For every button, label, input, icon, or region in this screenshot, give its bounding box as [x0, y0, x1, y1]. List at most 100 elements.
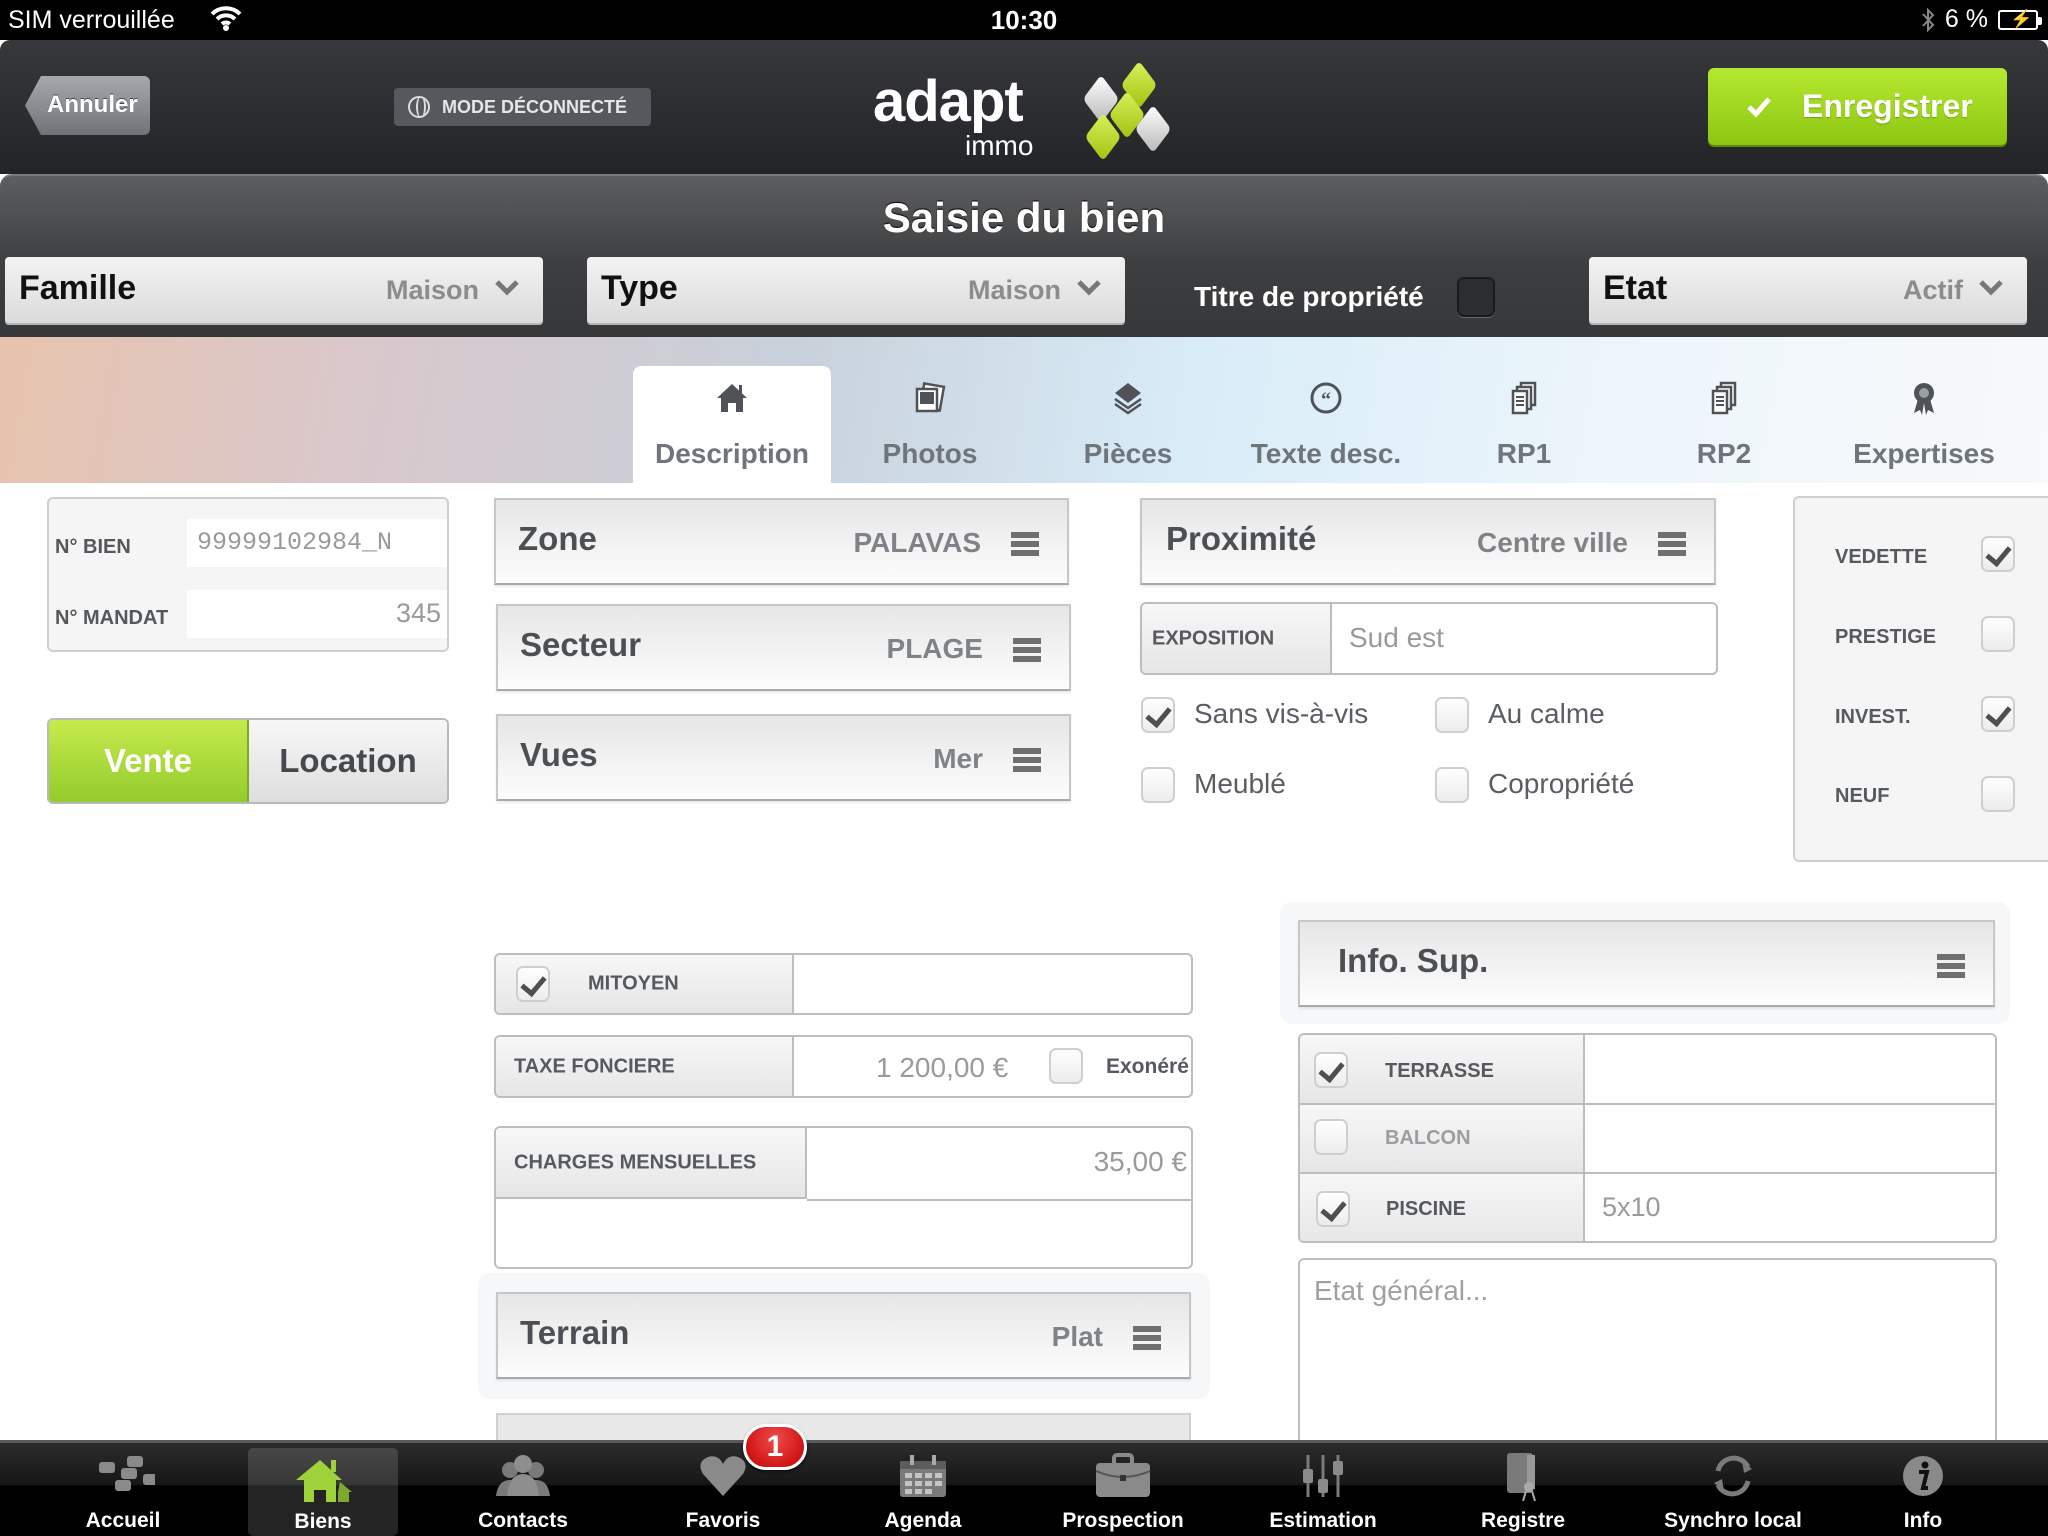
- mandat-number-field[interactable]: 345: [187, 590, 447, 638]
- prestige-label: PRESTIGE: [1835, 626, 1937, 648]
- exposition-label: EXPOSITION: [1152, 627, 1275, 649]
- battery-percent: 6 %: [1944, 5, 1988, 33]
- prestige-checkbox[interactable]: [1981, 616, 2015, 652]
- sans-vis-a-vis-label: Sans vis-à-vis: [1194, 698, 1369, 729]
- famille-dropdown[interactable]: Famille Maison: [5, 257, 543, 325]
- type-value: Maison: [967, 275, 1061, 305]
- exposition-key: EXPOSITION: [1142, 604, 1332, 673]
- bottom-tab-label: Estimation: [1269, 1509, 1377, 1532]
- info-sup-picker[interactable]: Info. Sup.: [1298, 920, 1995, 1007]
- save-button[interactable]: Enregistrer: [1708, 68, 2007, 145]
- app-logo: adapt immo: [872, 60, 1172, 178]
- au-calme-checkbox[interactable]: [1435, 697, 1469, 733]
- bottom-tab-agenda[interactable]: Agenda: [848, 1443, 998, 1536]
- etat-general-textarea[interactable]: Etat général...: [1298, 1258, 1997, 1458]
- charges-row: CHARGES MENSUELLES 35,00 €: [494, 1126, 1193, 1269]
- tab-description[interactable]: Description: [633, 366, 831, 483]
- bottom-tab-prospection[interactable]: Prospection: [1048, 1443, 1198, 1536]
- charges-input[interactable]: 35,00 €: [1094, 1146, 1187, 1178]
- title-deed-label: Titre de propriété: [1194, 281, 1424, 312]
- balcon-checkbox[interactable]: [1314, 1119, 1348, 1155]
- type-dropdown[interactable]: Type Maison: [587, 257, 1125, 325]
- tab-photos[interactable]: Photos: [831, 366, 1029, 483]
- mitoyen-input[interactable]: [796, 955, 1191, 1013]
- tab-pieces[interactable]: Pièces: [1029, 366, 1227, 483]
- bottom-tab-label: Favoris: [685, 1509, 761, 1532]
- invest-label: INVEST.: [1835, 706, 1911, 728]
- amenity-row-terrasse: TERRASSE: [1300, 1035, 1585, 1105]
- bottom-tab-label: Contacts: [478, 1509, 568, 1532]
- mitoyen-checkbox[interactable]: [516, 966, 550, 1002]
- exonere-label: Exonéré: [1106, 1055, 1189, 1078]
- zone-picker[interactable]: Zone PALAVAS: [494, 498, 1069, 585]
- calendar-icon: [900, 1455, 946, 1497]
- bottom-tab-estimation[interactable]: Estimation: [1248, 1443, 1398, 1536]
- bottom-tab-label: Agenda: [884, 1509, 962, 1532]
- secteur-value: PLAGE: [886, 633, 983, 664]
- vues-picker[interactable]: Vues Mer: [496, 714, 1071, 801]
- sans-vis-a-vis-checkbox[interactable]: [1141, 697, 1175, 733]
- tab-expertises[interactable]: Expertises: [1825, 366, 2023, 483]
- bottom-tab-registre[interactable]: Registre: [1448, 1443, 1598, 1536]
- quote-icon: “: [1310, 382, 1342, 414]
- exposition-input[interactable]: Sud est: [1349, 622, 1444, 654]
- briefcase-icon: [1095, 1453, 1151, 1497]
- meuble-label: Meublé: [1194, 768, 1286, 799]
- save-button-label: Enregistrer: [1802, 88, 1973, 124]
- etat-dropdown[interactable]: Etat Actif: [1589, 257, 2027, 325]
- terrasse-input[interactable]: [1585, 1035, 1995, 1105]
- famille-label: Famille: [19, 269, 137, 307]
- taxe-fonciere-input[interactable]: 1 200,00 €: [876, 1052, 1008, 1084]
- segment-vente[interactable]: Vente: [49, 720, 249, 802]
- list-icon: [1013, 748, 1041, 772]
- tab-texte-desc[interactable]: “ Texte desc.: [1227, 366, 1425, 483]
- home-icon: [717, 384, 747, 412]
- terrasse-checkbox[interactable]: [1314, 1052, 1348, 1088]
- bottom-tab-bar: Accueil Biens Contacts Favoris Agenda Pr…: [0, 1440, 2048, 1536]
- etat-label: Etat: [1603, 269, 1668, 307]
- bottom-tab-info[interactable]: Info: [1848, 1443, 1998, 1536]
- chevron-down-icon: [1077, 280, 1101, 296]
- charges-note-input[interactable]: [496, 1201, 1191, 1267]
- segment-location[interactable]: Location: [249, 720, 447, 802]
- exonere-checkbox[interactable]: [1049, 1048, 1083, 1084]
- copropriete-checkbox[interactable]: [1435, 767, 1469, 803]
- terrain-picker[interactable]: Terrain Plat: [496, 1292, 1191, 1379]
- terrain-label: Terrain: [520, 1314, 630, 1351]
- tab-rp1[interactable]: RP1: [1425, 366, 1623, 483]
- bottom-tab-accueil[interactable]: Accueil: [48, 1443, 198, 1536]
- flags-panel: VEDETTE PRESTIGE INVEST. NEUF: [1793, 496, 2048, 862]
- photos-icon: [915, 382, 946, 413]
- famille-value: Maison: [385, 275, 479, 305]
- bottom-tab-biens[interactable]: Biens: [248, 1448, 398, 1536]
- logo-wordmark: adapt: [873, 69, 1024, 134]
- proximite-label: Proximité: [1166, 520, 1317, 557]
- bottom-tab-label: Info: [1903, 1509, 1943, 1532]
- vedette-checkbox[interactable]: [1981, 536, 2015, 572]
- battery-icon: ⚡: [1998, 9, 2042, 30]
- piscine-checkbox[interactable]: [1316, 1191, 1350, 1227]
- invest-checkbox[interactable]: [1981, 696, 2015, 732]
- bien-number-field[interactable]: 99999102984_N: [187, 519, 447, 567]
- balcon-input[interactable]: [1585, 1105, 1995, 1174]
- tab-rp2[interactable]: RP2: [1625, 366, 1823, 483]
- etat-general-placeholder: Etat général...: [1314, 1275, 1489, 1306]
- title-deed-checkbox[interactable]: [1457, 277, 1495, 317]
- piscine-label: PISCINE: [1386, 1198, 1467, 1220]
- sync-icon: [1714, 1455, 1752, 1497]
- chevron-down-icon: [495, 280, 519, 296]
- secteur-picker[interactable]: Secteur PLAGE: [496, 604, 1071, 691]
- meuble-checkbox[interactable]: [1141, 767, 1175, 803]
- neuf-checkbox[interactable]: [1981, 776, 2015, 812]
- bottom-tab-label: Synchro local: [1664, 1509, 1802, 1532]
- vues-value: Mer: [933, 743, 983, 774]
- piscine-input[interactable]: 5x10: [1602, 1192, 1661, 1223]
- proximite-picker[interactable]: Proximité Centre ville: [1140, 498, 1716, 585]
- bottom-tab-contacts[interactable]: Contacts: [448, 1443, 598, 1536]
- transaction-type-segmented-control: Vente Location: [47, 718, 449, 804]
- cancel-button[interactable]: Annuler: [25, 76, 150, 135]
- heart-icon: [700, 1456, 746, 1496]
- bottom-tab-synchro-local[interactable]: Synchro local: [1658, 1443, 1808, 1536]
- page-title: Saisie du bien: [882, 194, 1166, 241]
- bottom-tab-label: Accueil: [85, 1509, 161, 1532]
